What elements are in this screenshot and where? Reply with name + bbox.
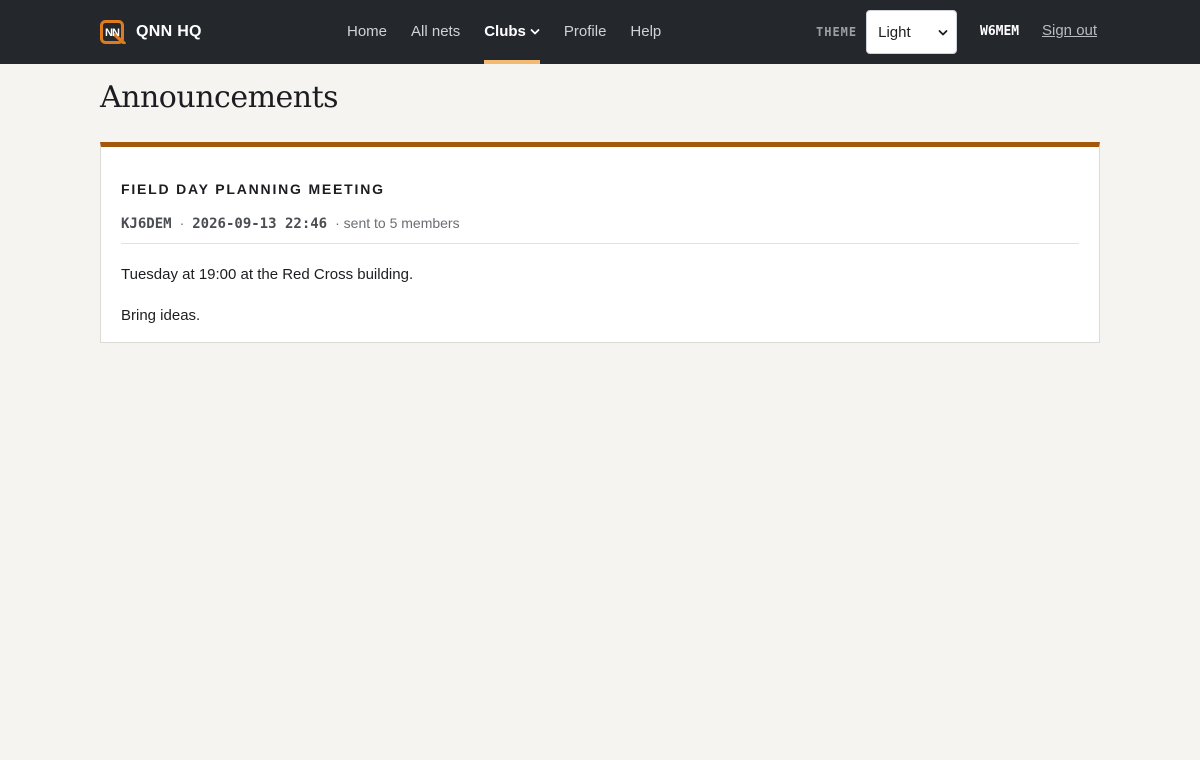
sign-out-link[interactable]: Sign out [1042, 22, 1097, 39]
main-nav: Home All nets Clubs Profile Help [347, 0, 661, 64]
announcement-card: FIELD DAY PLANNING MEETING KJ6DEM · 2026… [100, 142, 1100, 343]
theme-control: THEME Light [816, 10, 958, 54]
announcement-author: KJ6DEM [121, 216, 172, 232]
brand[interactable]: N N QNN HQ [100, 19, 202, 45]
nav-help[interactable]: Help [630, 0, 661, 64]
nav-all-nets[interactable]: All nets [411, 0, 460, 64]
meta-separator: · [179, 215, 185, 231]
card-divider [121, 243, 1079, 244]
user-callsign[interactable]: W6MEM [980, 24, 1019, 39]
select-arrows-icon [938, 24, 948, 41]
theme-selected-value: Light [878, 23, 911, 41]
qnn-logo-icon: N N [100, 20, 126, 44]
theme-select[interactable]: Light [866, 10, 958, 54]
announcement-body-line: Bring ideas. [121, 307, 201, 324]
announcement-datetime: 2026-09-13 22:46 [192, 216, 328, 232]
nav-clubs-label: Clubs [484, 22, 526, 40]
nav-profile[interactable]: Profile [564, 0, 607, 64]
svg-text:N: N [112, 27, 120, 39]
chevron-down-icon [530, 23, 540, 40]
top-navigation-bar: N N QNN HQ Home All nets Clubs Profile H… [0, 0, 1200, 64]
announcement-body-line: Tuesday at 19:00 at the Red Cross buildi… [121, 266, 414, 283]
announcement-recipients: · sent to 5 members [335, 215, 460, 231]
nav-home[interactable]: Home [347, 0, 387, 64]
brand-name: QNN HQ [136, 23, 202, 40]
announcement-meta: KJ6DEM · 2026-09-13 22:46 · sent to 5 me… [121, 215, 460, 232]
page-title: Announcements [100, 80, 339, 115]
announcement-title: FIELD DAY PLANNING MEETING [121, 181, 385, 197]
theme-label: THEME [816, 25, 858, 39]
nav-clubs[interactable]: Clubs [484, 0, 540, 64]
